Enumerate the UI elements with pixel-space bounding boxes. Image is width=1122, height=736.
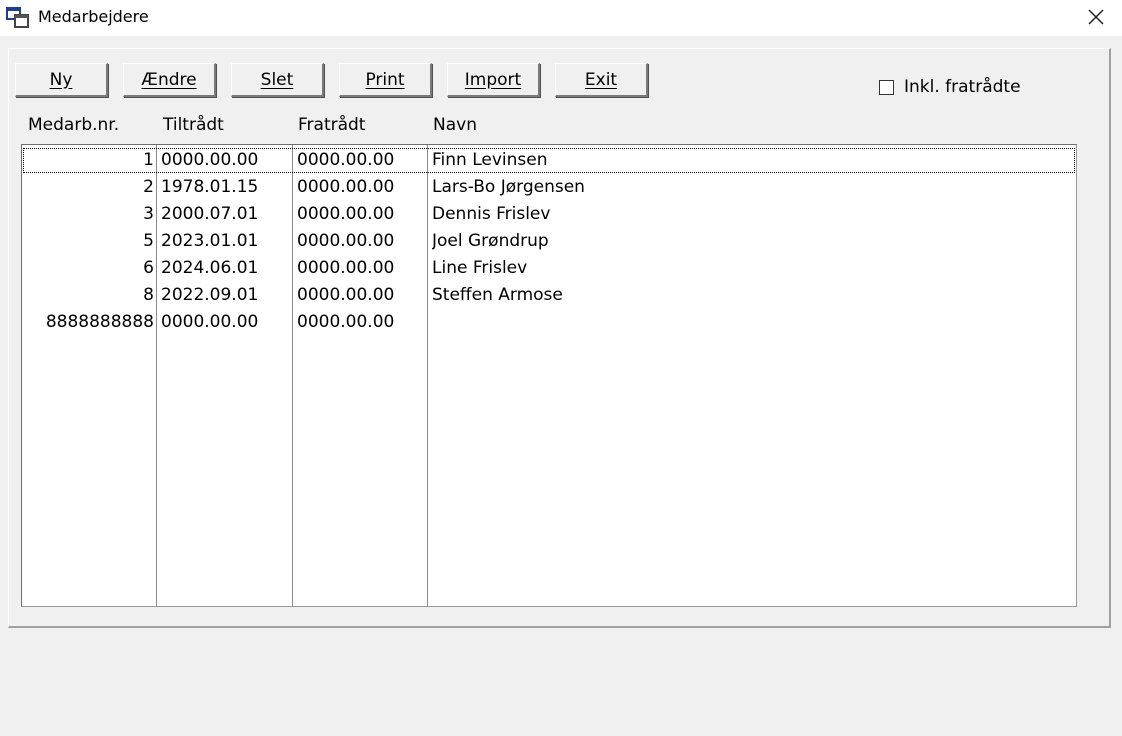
close-icon bbox=[1088, 9, 1104, 25]
cell-medarb-nr: 8 bbox=[143, 285, 154, 305]
header-navn[interactable]: Navn bbox=[433, 115, 477, 135]
table-row[interactable]: 3 2000.07.01 0000.00.00 Dennis Frislev bbox=[22, 201, 1076, 228]
cell-tiltraadt: 2023.01.01 bbox=[161, 231, 259, 251]
cell-medarb-nr: 5 bbox=[143, 231, 154, 251]
app-windows-icon bbox=[6, 7, 29, 28]
table-row[interactable]: 2 1978.01.15 0000.00.00 Lars-Bo Jørgense… bbox=[22, 174, 1076, 201]
cell-tiltraadt: 1978.01.15 bbox=[161, 177, 259, 197]
header-tiltraadt[interactable]: Tiltrådt bbox=[163, 115, 224, 135]
close-button[interactable] bbox=[1070, 0, 1122, 34]
cell-tiltraadt: 2022.09.01 bbox=[161, 285, 259, 305]
cell-fratraadt: 0000.00.00 bbox=[297, 312, 395, 332]
include-resigned-checkbox[interactable] bbox=[879, 79, 894, 95]
cell-fratraadt: 0000.00.00 bbox=[297, 285, 395, 305]
include-resigned-label: Inkl. fratrådte bbox=[904, 77, 1021, 97]
header-medarb-nr[interactable]: Medarb.nr. bbox=[28, 115, 119, 135]
cell-fratraadt: 0000.00.00 bbox=[297, 177, 395, 197]
ny-button[interactable]: Ny bbox=[15, 63, 108, 97]
cell-tiltraadt: 2024.06.01 bbox=[161, 258, 259, 278]
cell-medarb-nr: 2 bbox=[143, 177, 154, 197]
window-title: Medarbejdere bbox=[38, 7, 149, 26]
table-row[interactable]: 8888888888 0000.00.00 0000.00.00 bbox=[22, 309, 1076, 336]
table-row[interactable]: 8 2022.09.01 0000.00.00 Steffen Armose bbox=[22, 282, 1076, 309]
table-row[interactable]: 6 2024.06.01 0000.00.00 Line Frislev bbox=[22, 255, 1076, 282]
cell-medarb-nr: 3 bbox=[143, 204, 154, 224]
cell-medarb-nr: 1 bbox=[143, 150, 154, 170]
employee-list[interactable]: 1 0000.00.00 0000.00.00 Finn Levinsen 2 … bbox=[21, 144, 1077, 607]
table-row[interactable]: 5 2023.01.01 0000.00.00 Joel Grøndrup bbox=[22, 228, 1076, 255]
cell-medarb-nr: 6 bbox=[143, 258, 154, 278]
cell-tiltraadt: 0000.00.00 bbox=[161, 150, 259, 170]
cell-navn: Finn Levinsen bbox=[432, 150, 548, 170]
cell-medarb-nr: 8888888888 bbox=[45, 312, 154, 332]
include-resigned-toggle[interactable]: Inkl. fratrådte bbox=[879, 76, 1021, 98]
cell-navn: Joel Grøndrup bbox=[432, 231, 549, 251]
cell-navn: Lars-Bo Jørgensen bbox=[432, 177, 585, 197]
slet-button[interactable]: Slet bbox=[231, 63, 324, 97]
cell-navn: Line Frislev bbox=[432, 258, 528, 278]
header-fratraadt[interactable]: Fratrådt bbox=[298, 115, 365, 135]
cell-navn: Steffen Armose bbox=[432, 285, 563, 305]
aendre-button[interactable]: Ændre bbox=[123, 63, 216, 97]
cell-tiltraadt: 2000.07.01 bbox=[161, 204, 259, 224]
exit-button[interactable]: Exit bbox=[555, 63, 648, 97]
cell-navn: Dennis Frislev bbox=[432, 204, 551, 224]
import-button[interactable]: Import bbox=[447, 63, 540, 97]
cell-fratraadt: 0000.00.00 bbox=[297, 150, 395, 170]
cell-navn bbox=[432, 309, 1032, 336]
table-row[interactable]: 1 0000.00.00 0000.00.00 Finn Levinsen bbox=[22, 147, 1076, 174]
cell-fratraadt: 0000.00.00 bbox=[297, 258, 395, 278]
cell-fratraadt: 0000.00.00 bbox=[297, 231, 395, 251]
cell-tiltraadt: 0000.00.00 bbox=[161, 312, 259, 332]
print-button[interactable]: Print bbox=[339, 63, 432, 97]
cell-fratraadt: 0000.00.00 bbox=[297, 204, 395, 224]
title-bar: Medarbejdere bbox=[0, 0, 1122, 36]
